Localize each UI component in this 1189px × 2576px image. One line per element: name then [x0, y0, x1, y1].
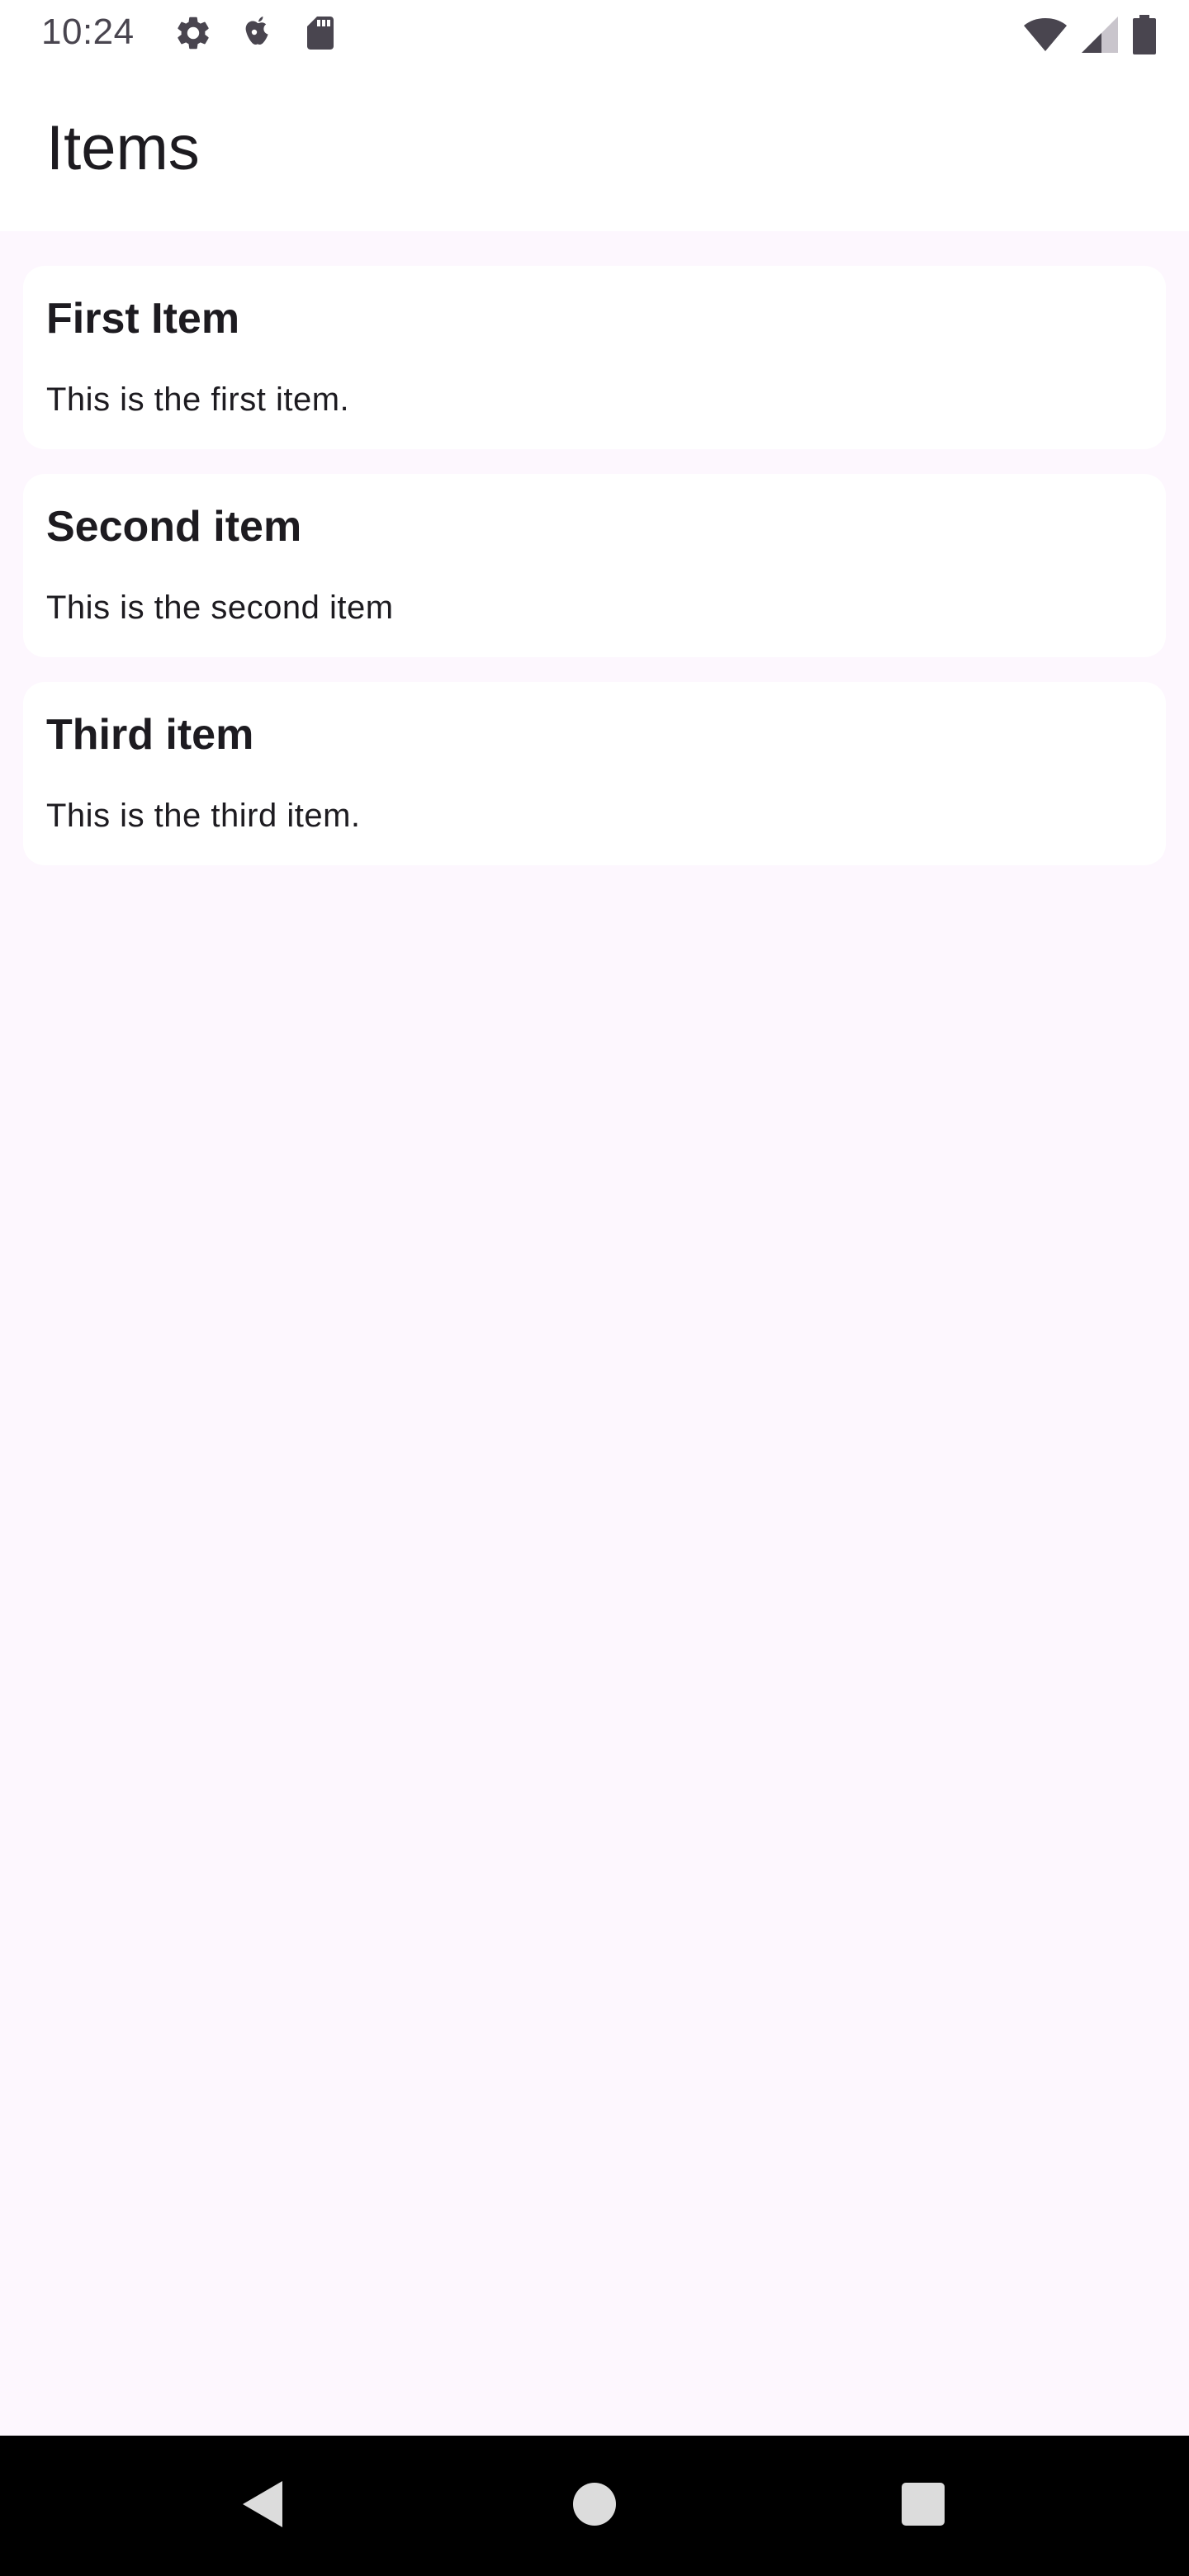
gear-icon	[173, 13, 213, 53]
navigation-bar	[0, 2436, 1189, 2576]
item-list: First Item This is the first item. Secon…	[0, 231, 1189, 890]
item-description: This is the first item.	[46, 381, 350, 418]
screen: 10:24 Items First Item This is the first…	[0, 0, 1189, 2576]
sd-card-icon	[302, 13, 339, 53]
item-title: Third item	[46, 711, 254, 759]
back-triangle-icon	[239, 2478, 286, 2535]
page-title: Items	[46, 113, 200, 183]
recents-square-icon	[901, 2482, 945, 2531]
back-button[interactable]	[197, 2436, 329, 2576]
item-description: This is the third item.	[46, 798, 361, 834]
item-title: First Item	[46, 295, 240, 343]
list-item[interactable]: Third item This is the third item.	[23, 682, 1166, 865]
home-button[interactable]	[528, 2436, 661, 2576]
status-bar: 10:24	[0, 0, 1189, 69]
list-item[interactable]: First Item This is the first item.	[23, 266, 1166, 449]
cellular-signal-icon	[1082, 17, 1118, 57]
recents-button[interactable]	[857, 2436, 989, 2576]
status-left-icons	[173, 13, 339, 53]
status-right-icons	[1024, 15, 1156, 59]
item-description: This is the second item	[46, 590, 394, 626]
app-bar: Items	[0, 69, 1189, 231]
item-title: Second item	[46, 503, 302, 551]
home-circle-icon	[572, 2482, 617, 2531]
list-item[interactable]: Second item This is the second item	[23, 474, 1166, 657]
apple-logo-icon	[238, 13, 277, 53]
status-time: 10:24	[41, 12, 135, 52]
wifi-icon	[1024, 17, 1067, 57]
battery-icon	[1133, 15, 1156, 59]
